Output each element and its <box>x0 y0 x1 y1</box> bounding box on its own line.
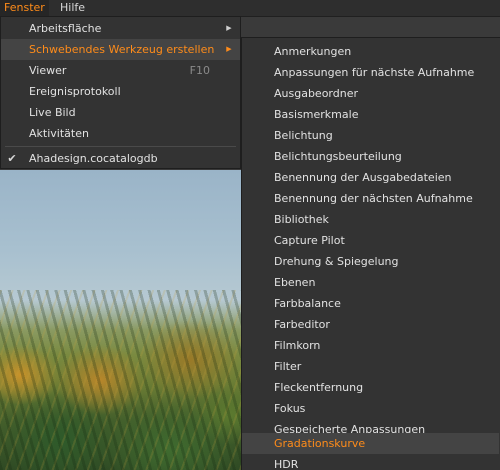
submenu-item[interactable]: Fokus <box>242 398 499 419</box>
chevron-right-icon: ▶ <box>226 45 232 53</box>
floating-tool-submenu: Anmerkungen Anpassungen für nächste Aufn… <box>241 37 500 470</box>
fenster-dropdown: Arbeitsfläche ▶ Schwebendes Werkzeug ers… <box>0 16 241 169</box>
menu-item-label: Ereignisprotokoll <box>29 85 121 98</box>
menu-item-label: Belichtungsbeurteilung <box>274 150 402 163</box>
menu-item-label: Fleckentfernung <box>274 381 364 394</box>
menu-fenster[interactable]: Fenster <box>0 0 49 16</box>
submenu-item[interactable]: Filter <box>242 356 499 377</box>
menu-item-label: Drehung & Spiegelung <box>274 255 399 268</box>
menu-item-label: Capture Pilot <box>274 234 345 247</box>
submenu-item[interactable]: Belichtungsbeurteilung <box>242 146 499 167</box>
shortcut-label: F10 <box>189 64 210 77</box>
menu-item-label: Benennung der nächsten Aufnahme <box>274 192 473 205</box>
menu-item-label: Aktivitäten <box>29 127 89 140</box>
menu-separator <box>5 146 236 147</box>
submenu-item[interactable]: Filmkorn <box>242 335 499 356</box>
submenu-item[interactable]: Belichtung <box>242 125 499 146</box>
chevron-right-icon: ▶ <box>226 24 232 32</box>
menu-bar: Fenster Hilfe <box>0 0 500 17</box>
submenu-item[interactable]: Ausgabeordner <box>242 83 499 104</box>
menu-item-label: Ahadesign.cocatalogdb <box>29 152 158 165</box>
menu-item-label: Schwebendes Werkzeug erstellen <box>29 43 215 56</box>
submenu-item[interactable]: Anmerkungen <box>242 41 499 62</box>
menu-item-label: Live Bild <box>29 106 76 119</box>
menu-item-label: HDR <box>274 458 299 470</box>
menu-item-label: Ebenen <box>274 276 316 289</box>
menu-item-viewer[interactable]: Viewer F10 <box>1 60 240 81</box>
submenu-item[interactable]: Bibliothek <box>242 209 499 230</box>
menu-item-label: Basismerkmale <box>274 108 359 121</box>
photo-texture <box>0 290 258 470</box>
menu-item-schwebendes-werkzeug[interactable]: Schwebendes Werkzeug erstellen ▶ <box>1 39 240 60</box>
menu-item-label: Farbeditor <box>274 318 330 331</box>
menu-item-label: Arbeitsfläche <box>29 22 102 35</box>
menu-item-label: Ausgabeordner <box>274 87 359 100</box>
submenu-item[interactable]: Basismerkmale <box>242 104 499 125</box>
app-window: Fenster Hilfe Arbeitsfläche ▶ Schwebende… <box>0 0 500 470</box>
menu-item-label: Filmkorn <box>274 339 321 352</box>
menu-item-label: Anmerkungen <box>274 45 352 58</box>
menu-item-label: Filter <box>274 360 302 373</box>
submenu-item[interactable]: Benennung der nächsten Aufnahme <box>242 188 499 209</box>
menu-item-label: Bibliothek <box>274 213 329 226</box>
menu-hilfe[interactable]: Hilfe <box>56 0 89 16</box>
menu-item-ereignisprotokoll[interactable]: Ereignisprotokoll <box>1 81 240 102</box>
submenu-item[interactable]: Ebenen <box>242 272 499 293</box>
menu-item-aktivitaeten[interactable]: Aktivitäten <box>1 123 240 144</box>
menu-item-label: Gradationskurve <box>274 437 366 450</box>
menu-item-live-bild[interactable]: Live Bild <box>1 102 240 123</box>
submenu-item[interactable]: Drehung & Spiegelung <box>242 251 499 272</box>
submenu-item[interactable]: HDR <box>242 454 499 470</box>
submenu-item[interactable]: Farbbalance <box>242 293 499 314</box>
menu-item-label: Farbbalance <box>274 297 341 310</box>
submenu-item[interactable]: Fleckentfernung <box>242 377 499 398</box>
submenu-item[interactable]: Anpassungen für nächste Aufnahme <box>242 62 499 83</box>
submenu-item[interactable]: Benennung der Ausgabedateien <box>242 167 499 188</box>
menu-item-label: Belichtung <box>274 129 333 142</box>
submenu-item-gradationskurve[interactable]: Gradationskurve <box>242 433 499 454</box>
checkmark-icon: ✔ <box>7 152 17 165</box>
menu-item-catalog[interactable]: ✔ Ahadesign.cocatalogdb <box>1 148 240 169</box>
menu-item-label: Fokus <box>274 402 306 415</box>
menu-item-label: Anpassungen für nächste Aufnahme <box>274 66 475 79</box>
submenu-item[interactable]: Farbeditor <box>242 314 499 335</box>
submenu-item[interactable]: Capture Pilot <box>242 230 499 251</box>
menu-item-arbeitsflaeche[interactable]: Arbeitsfläche ▶ <box>1 18 240 39</box>
menu-item-label: Viewer <box>29 64 67 77</box>
menu-item-label: Benennung der Ausgabedateien <box>274 171 452 184</box>
